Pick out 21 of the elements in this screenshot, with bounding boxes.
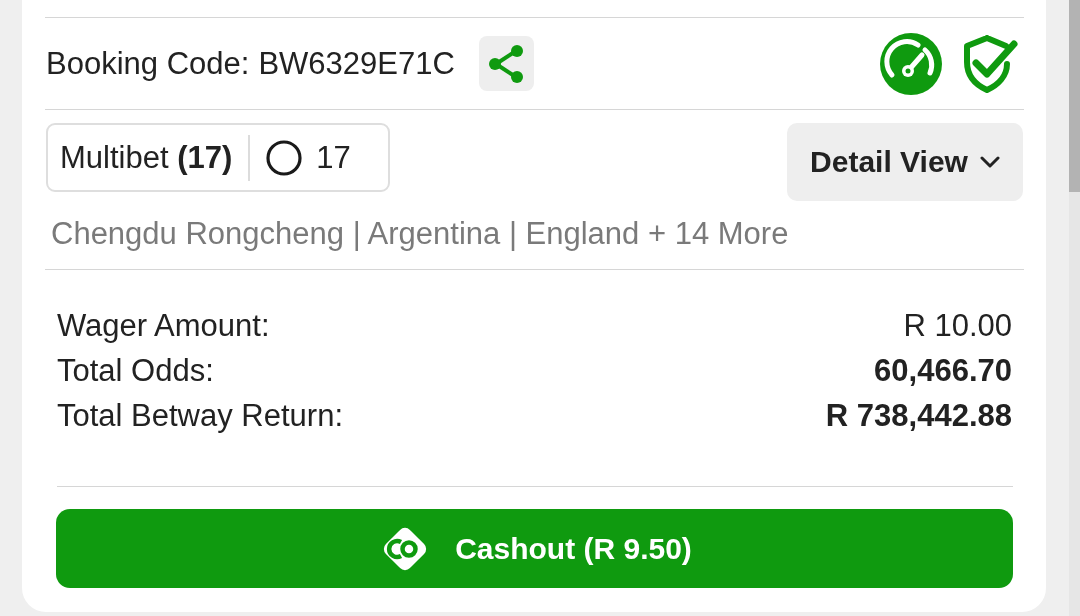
summary-value: 60,466.70 [874, 352, 1012, 389]
shield-check-icon [962, 33, 1018, 94]
bet-type-label: Multibet (17) [60, 139, 233, 176]
booking-code-value: BW6329E71C [258, 45, 455, 82]
summary-label: Total Betway Return: [57, 397, 344, 434]
detail-view-button[interactable]: Detail View [787, 123, 1023, 201]
legs-count: 17 [316, 139, 351, 176]
scrollbar-thumb[interactable] [1069, 0, 1080, 192]
booking-code-label: Booking Code: [46, 45, 250, 82]
summary-value: R 738,442.88 [825, 397, 1012, 434]
cashout-button[interactable]: Cashout (R 9.50) [56, 509, 1013, 588]
summary-value: R 10.00 [903, 307, 1012, 344]
circle-icon [266, 139, 303, 176]
chevron-down-icon [979, 156, 1000, 168]
selections-summary: Chengdu Rongcheng | Argentina | England + 14 More [50, 215, 790, 253]
summary-label: Total Odds: [57, 352, 214, 389]
share-button[interactable] [478, 36, 534, 91]
share-icon [488, 43, 525, 84]
speedometer-icon [880, 32, 942, 95]
summary-label: Wager Amount: [57, 307, 270, 344]
scrollbar-track[interactable] [1069, 0, 1080, 616]
